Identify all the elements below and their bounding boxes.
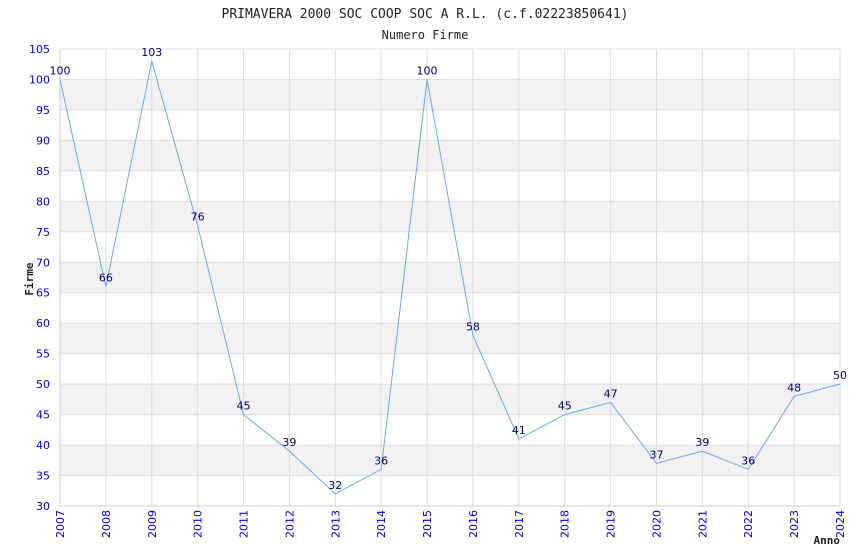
grid-band	[60, 262, 840, 293]
x-tick-label: 2019	[605, 510, 618, 538]
x-tick-label: 2007	[54, 510, 67, 538]
data-label: 36	[741, 454, 755, 467]
data-label: 47	[604, 387, 618, 400]
data-label: 45	[237, 400, 251, 413]
data-label: 48	[787, 381, 801, 394]
data-label: 32	[328, 479, 342, 492]
x-tick-label: 2017	[513, 510, 526, 538]
data-label: 37	[649, 448, 663, 461]
x-tick-label: 2011	[238, 510, 251, 538]
grid-band	[60, 140, 840, 171]
y-axis-label: Firme	[23, 262, 36, 295]
y-tick-label: 50	[36, 378, 50, 391]
data-label: 100	[50, 64, 71, 77]
y-tick-label: 95	[36, 104, 50, 117]
x-axis-label: Anno	[814, 534, 841, 547]
data-label: 36	[374, 454, 388, 467]
data-label: 45	[558, 400, 572, 413]
y-tick-label: 100	[29, 73, 50, 86]
chart-subtitle: Numero Firme	[382, 28, 469, 42]
y-tick-label: 60	[36, 317, 50, 330]
data-label: 58	[466, 320, 480, 333]
data-label: 41	[512, 424, 526, 437]
x-tick-labels: 2007 2008 2009 2010 2011 2012 2013 2014 2015 2016…	[54, 510, 847, 538]
y-tick-label: 55	[36, 348, 50, 361]
data-label: 39	[282, 436, 296, 449]
x-tick-label: 2020	[650, 510, 663, 538]
x-tick-label: 2012	[283, 510, 296, 538]
grid-band	[60, 323, 840, 354]
y-tick-label: 45	[36, 409, 50, 422]
data-label: 100	[417, 64, 438, 77]
y-tick-label: 75	[36, 226, 50, 239]
y-tick-label: 30	[36, 500, 50, 513]
y-tick-label: 35	[36, 470, 50, 483]
data-label: 66	[99, 272, 113, 285]
x-tick-label: 2014	[375, 510, 388, 538]
y-tick-label: 105	[29, 43, 50, 56]
x-tick-label: 2023	[788, 510, 801, 538]
x-tick-label: 2010	[192, 510, 205, 538]
y-tick-label: 70	[36, 256, 50, 269]
grid-band	[60, 79, 840, 110]
grid-band	[60, 384, 840, 415]
x-tick-label: 2009	[146, 510, 159, 538]
data-label: 103	[141, 46, 162, 59]
data-label: 50	[833, 369, 847, 382]
x-tick-label: 2018	[559, 510, 572, 538]
data-label: 76	[191, 211, 205, 224]
data-label: 39	[695, 436, 709, 449]
x-tick-label: 2013	[329, 510, 342, 538]
x-tick-label: 2021	[696, 510, 709, 538]
line-chart: 3035404550556065707580859095100105 2007 2…	[23, 7, 847, 547]
grid-band	[60, 445, 840, 476]
y-tick-label: 85	[36, 165, 50, 178]
x-tick-label: 2022	[742, 510, 755, 538]
y-tick-label: 65	[36, 287, 50, 300]
background-bands	[60, 79, 840, 476]
y-tick-label: 80	[36, 195, 50, 208]
y-tick-label: 40	[36, 439, 50, 452]
x-tick-label: 2015	[421, 510, 434, 538]
chart-title: PRIMAVERA 2000 SOC COOP SOC A R.L. (c.f.…	[222, 7, 629, 22]
y-tick-label: 90	[36, 134, 50, 147]
x-tick-label: 2016	[467, 510, 480, 538]
x-tick-label: 2008	[100, 510, 113, 538]
